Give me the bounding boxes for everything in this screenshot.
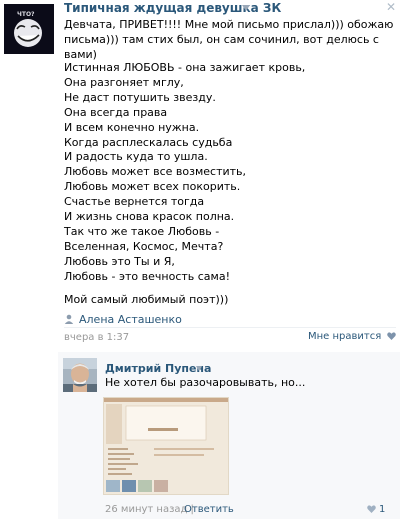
poem-line: Не даст потушить звезду. <box>64 90 216 104</box>
post-sign-off: Мой самый любимый поэт))) <box>64 293 229 306</box>
comment-text: Не хотел бы разочаровывать, но... <box>105 376 306 389</box>
poem-line: Любовь - это вечность сама! <box>64 269 230 283</box>
poem-line: И радость куда то ушла. <box>64 150 208 164</box>
comment-like-count: 1 <box>379 504 386 515</box>
poem-line: И всем конечно нужна. <box>64 120 200 134</box>
signer-link[interactable]: Алена Асташенко <box>64 313 182 327</box>
poem-line: И жизнь снова красок полна. <box>64 210 235 224</box>
trollface-avatar-icon: ЧТО? <box>4 4 54 54</box>
poem: Истинная ЛЮБОВЬ - она зажигает кровь, Он… <box>64 61 394 285</box>
poem-line: Счастье вернется тогда <box>64 195 205 209</box>
poem-line: Любовь это Ты и Я, <box>64 254 175 268</box>
attached-image <box>104 398 228 494</box>
attached-screenshot-image[interactable] <box>103 397 229 495</box>
person-icon <box>64 314 74 327</box>
poem-line: Вселенная, Космос, Мечта? <box>64 239 224 253</box>
close-icon[interactable]: ✕ <box>386 0 396 14</box>
poem-line: Она всегда права <box>64 105 168 119</box>
chevron-down-icon[interactable] <box>242 5 250 11</box>
commenter-avatar[interactable] <box>63 358 97 392</box>
poem-line: Она разгоняет мглу, <box>64 75 184 89</box>
poem-line: Истинная ЛЮБОВЬ - она зажигает кровь, <box>64 61 306 74</box>
wall-post: ЧТО? Типичная ждущая девушка ЗК ✕ Девчат… <box>0 0 400 519</box>
heart-icon <box>367 505 376 516</box>
reply-button[interactable]: Ответить <box>184 504 234 515</box>
divider <box>64 327 396 328</box>
poem-line: Любовь может все возместить, <box>64 165 247 179</box>
like-label: Мне нравится <box>308 331 382 342</box>
comment-time: 26 минут назад <box>105 504 188 515</box>
comment-like-button[interactable]: 1 <box>367 504 385 516</box>
poem-line: Так что же такое Любовь - <box>64 224 220 238</box>
heart-icon <box>387 332 397 343</box>
post-intro-text: Девчата, ПРИВЕТ!!!! Мне мой письмо присл… <box>64 18 394 61</box>
man-portrait-avatar-icon <box>63 358 97 392</box>
svg-text:ЧТО?: ЧТО? <box>17 11 35 18</box>
poem-line: Когда расплескалась судьба <box>64 135 233 149</box>
post-timestamp[interactable]: вчера в 1:37 <box>64 332 129 343</box>
poem-line: Любовь может всех покорить. <box>64 180 241 194</box>
chevron-down-icon[interactable] <box>196 366 202 371</box>
community-avatar[interactable]: ЧТО? <box>4 4 54 54</box>
signer-name: Алена Асташенко <box>79 313 182 326</box>
like-button[interactable]: Мне нравится 7 <box>308 331 400 343</box>
